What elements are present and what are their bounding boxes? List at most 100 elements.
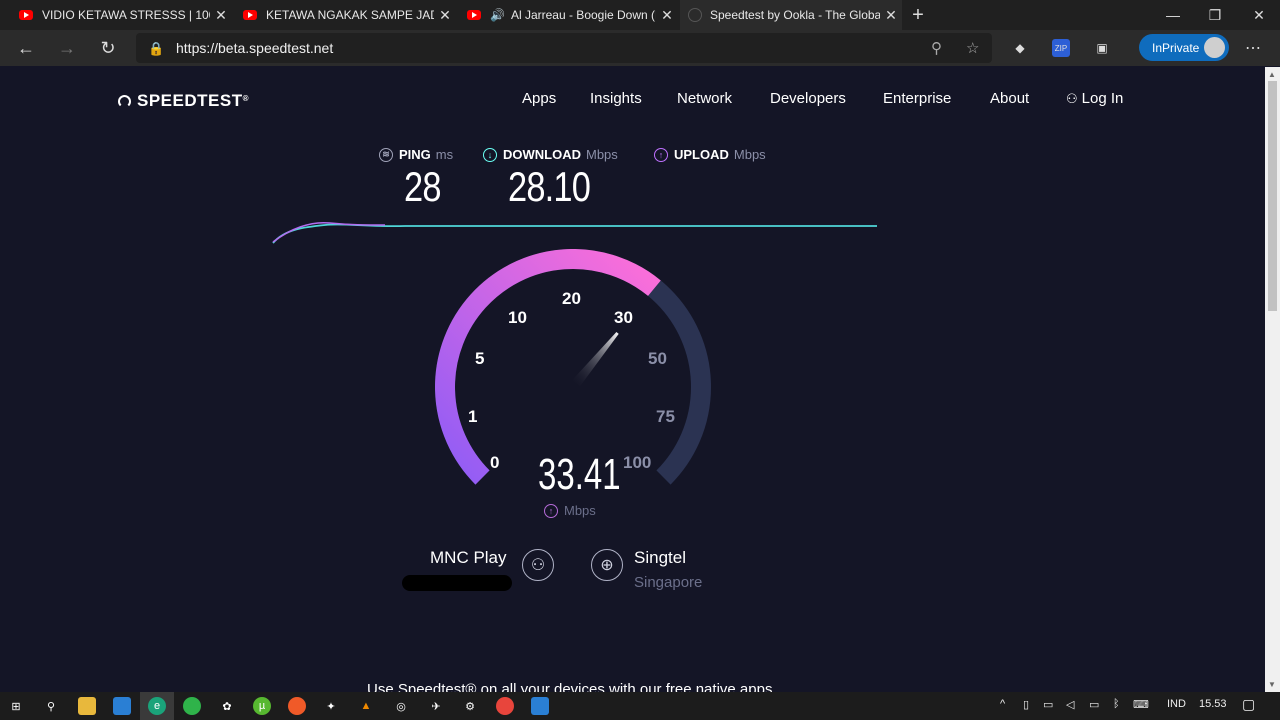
browser-tab-bar: VIDIO KETAWA STRESSS | 100% Bikin ✕ KETA… <box>0 0 1280 30</box>
keyboard-icon[interactable]: ⌨ <box>1133 698 1149 711</box>
app-icon[interactable] <box>288 697 306 715</box>
close-tab-icon[interactable]: ✕ <box>210 7 232 24</box>
app-icon[interactable]: ✿ <box>218 697 236 715</box>
app-icon[interactable]: ✈ <box>427 697 445 715</box>
browser-toolbar: ← → ↻ 🔒 https://beta.speedtest.net ⚲ ☆ ◆… <box>0 30 1280 66</box>
gauge-logo-icon <box>118 94 131 108</box>
ping-value: 28 <box>404 163 441 210</box>
more-menu-icon[interactable]: ⋯ <box>1244 39 1262 57</box>
close-tab-icon[interactable]: ✕ <box>434 7 456 24</box>
tab-1[interactable]: VIDIO KETAWA STRESSS | 100% Bikin ✕ <box>10 0 232 30</box>
scale-label-30: 30 <box>614 308 633 327</box>
app-icon[interactable]: ✦ <box>322 697 340 715</box>
youtube-icon <box>466 7 482 23</box>
scale-label-100: 100 <box>623 453 652 472</box>
notification-icon[interactable]: ▢ <box>1242 696 1255 713</box>
server-location: Singapore <box>634 574 703 591</box>
favorite-star-icon[interactable]: ☆ <box>966 39 979 57</box>
network-icon[interactable]: ▭ <box>1043 698 1053 711</box>
windows-start-icon[interactable]: ⊞ <box>7 697 25 715</box>
ping-icon: ≋ <box>379 147 393 162</box>
tab-3[interactable]: 🔊 Al Jarreau - Boogie Down (Live) ✕ <box>458 0 678 30</box>
battery-icon[interactable]: ▭ <box>1089 698 1099 711</box>
audio-playing-icon[interactable]: 🔊 <box>490 8 505 22</box>
app-icon[interactable] <box>183 697 201 715</box>
address-bar[interactable]: 🔒 https://beta.speedtest.net ⚲ ☆ <box>136 33 992 63</box>
edge-browser-icon[interactable]: e <box>148 697 166 715</box>
zoom-icon[interactable]: ⚲ <box>931 39 942 57</box>
windows-taskbar: ⊞ ⚲ e ✿ µ ✦ ▲ ◎ ✈ ⚙ ^ ▯ ▭ ◁ ▭ ᛒ ⌨ IND 15… <box>0 692 1280 720</box>
nav-about[interactable]: About <box>990 90 1029 107</box>
nav-insights[interactable]: Insights <box>590 90 642 107</box>
minimize-button[interactable]: — <box>1150 0 1196 30</box>
login-label: Log In <box>1081 90 1124 107</box>
scale-label-10: 10 <box>508 308 527 327</box>
file-explorer-icon[interactable] <box>78 697 96 715</box>
search-icon[interactable]: ⚲ <box>42 697 60 715</box>
footer-promo-text: Use Speedtest® on all your devices with … <box>367 681 777 692</box>
login-link[interactable]: ⚇ Log In <box>1066 90 1123 107</box>
upload-label: ↑ UPLOAD Mbps <box>654 147 766 162</box>
speed-history-graph <box>272 221 877 244</box>
tab-title: KETAWA NGAKAK SAMPE JADI GILA <box>266 8 434 22</box>
app-icon[interactable]: ◎ <box>392 697 410 715</box>
usb-icon[interactable]: ▯ <box>1023 698 1029 711</box>
tab-title: Al Jarreau - Boogie Down (Live) <box>510 8 656 22</box>
gauge-needle <box>572 332 619 387</box>
new-tab-button[interactable]: + <box>904 0 932 30</box>
app-icon[interactable]: ⚙ <box>461 697 479 715</box>
nav-enterprise[interactable]: Enterprise <box>883 90 951 107</box>
download-label: ↓ DOWNLOAD Mbps <box>483 147 618 162</box>
back-arrow-icon[interactable]: ← <box>13 35 39 61</box>
current-speed-unit: ↑ Mbps <box>544 503 596 518</box>
globe-icon[interactable]: ⊕ <box>591 549 623 581</box>
isp-name: MNC Play <box>430 548 507 567</box>
app-icon[interactable] <box>531 697 549 715</box>
tab-4-active[interactable]: Speedtest by Ookla - The Global ✕ <box>680 0 902 30</box>
server-name[interactable]: Singtel <box>634 548 686 568</box>
inprivate-label: InPrivate <box>1152 41 1200 55</box>
volume-icon[interactable]: ◁ <box>1066 698 1074 711</box>
tray-overflow-icon[interactable]: ^ <box>1000 698 1005 710</box>
scrollbar-thumb[interactable] <box>1268 81 1277 311</box>
upload-arrow-icon: ↑ <box>544 503 558 518</box>
close-window-button[interactable]: ✕ <box>1236 0 1280 30</box>
scale-label-20: 20 <box>562 289 581 308</box>
logo-registered-mark: ® <box>242 93 249 103</box>
language-indicator[interactable]: IND <box>1167 698 1186 710</box>
forward-arrow-icon[interactable]: → <box>54 35 80 61</box>
scale-label-50: 50 <box>648 349 667 368</box>
nav-developers[interactable]: Developers <box>770 90 846 107</box>
close-tab-icon[interactable]: ✕ <box>656 7 678 24</box>
user-icon[interactable]: ⚇ <box>522 549 554 581</box>
diamond-extension-icon[interactable]: ◆ <box>1011 39 1029 57</box>
url-text[interactable]: https://beta.speedtest.net <box>176 40 333 56</box>
tab-2[interactable]: KETAWA NGAKAK SAMPE JADI GILA ✕ <box>234 0 456 30</box>
speedtest-logo[interactable]: SPEEDTEST ® <box>118 91 249 111</box>
download-arrow-icon: ↓ <box>483 147 497 162</box>
utorrent-icon[interactable]: µ <box>253 697 271 715</box>
scroll-up-icon[interactable]: ▲ <box>1268 70 1276 79</box>
refresh-icon[interactable]: ↻ <box>95 35 121 61</box>
ping-label: ≋ PING ms <box>379 147 453 162</box>
chrome-icon[interactable] <box>496 697 514 715</box>
page-scrollbar[interactable]: ▲ ▼ <box>1265 67 1280 692</box>
user-icon: ⚇ <box>1066 91 1078 106</box>
bluetooth-icon[interactable]: ᛒ <box>1113 698 1120 710</box>
nav-network[interactable]: Network <box>677 90 732 107</box>
nav-apps[interactable]: Apps <box>522 90 556 107</box>
zip-extension-icon[interactable]: ZIP <box>1052 39 1070 57</box>
vlc-icon[interactable]: ▲ <box>357 697 375 715</box>
restore-button[interactable]: ❐ <box>1192 0 1238 30</box>
close-tab-icon[interactable]: ✕ <box>880 7 902 24</box>
youtube-icon <box>18 7 34 23</box>
current-speed-value: 33.41 <box>538 450 621 499</box>
app-icon[interactable] <box>113 697 131 715</box>
clock[interactable]: 15.53 <box>1199 698 1227 710</box>
tab-title: VIDIO KETAWA STRESSS | 100% Bikin <box>42 8 210 22</box>
scroll-down-icon[interactable]: ▼ <box>1268 680 1276 689</box>
inprivate-badge[interactable]: InPrivate <box>1139 34 1229 61</box>
camera-extension-icon[interactable]: ▣ <box>1093 39 1111 57</box>
lock-icon[interactable]: 🔒 <box>148 41 164 57</box>
scale-label-0: 0 <box>490 453 500 472</box>
